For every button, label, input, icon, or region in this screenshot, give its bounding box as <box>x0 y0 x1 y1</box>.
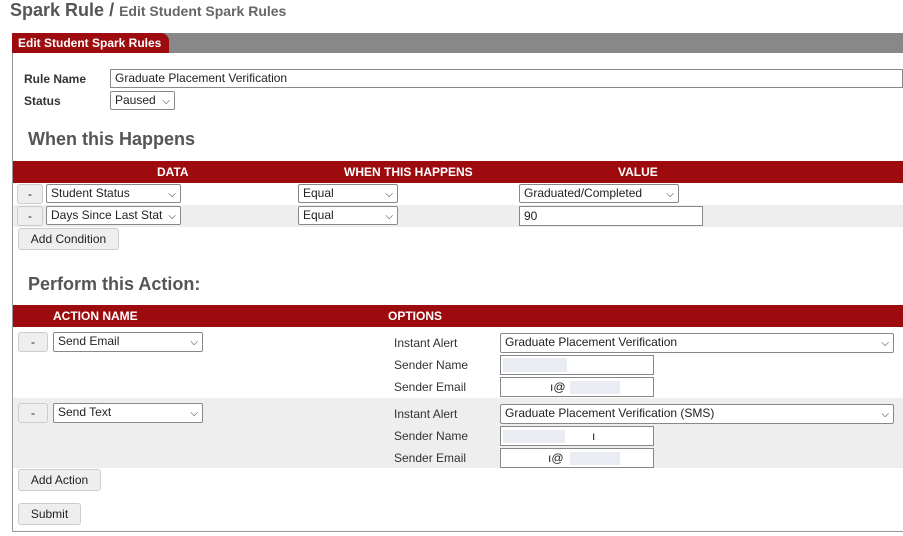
column-header-value: VALUE <box>618 165 658 179</box>
column-header-data: DATA <box>157 165 189 179</box>
condition-data-select[interactable]: Days Since Last Stat ⌵ <box>46 206 181 225</box>
sender-email-input[interactable]: ı@ <box>500 448 654 468</box>
chevron-down-icon: ⌵ <box>666 189 674 200</box>
instant-alert-select[interactable]: Graduate Placement Verification (SMS) ⌵ <box>500 404 894 424</box>
rule-name-label: Rule Name <box>24 72 87 86</box>
page-subtitle: Edit Student Spark Rules <box>119 3 287 19</box>
add-condition-button[interactable]: Add Condition <box>18 228 119 250</box>
chevron-down-icon: ⌵ <box>168 189 176 200</box>
sender-name-label: Sender Name <box>394 358 469 372</box>
column-header-when: WHEN THIS HAPPENS <box>344 165 473 179</box>
action-name-select[interactable]: Send Email ⌵ <box>53 332 203 352</box>
action-name-value: Send Text <box>58 405 112 419</box>
column-header-options: OPTIONS <box>388 309 443 323</box>
chevron-down-icon: ⌵ <box>881 409 889 420</box>
chevron-down-icon: ⌵ <box>168 211 176 222</box>
condition-data-value: Student Status <box>51 186 130 200</box>
conditions-heading: When this Happens <box>28 129 196 149</box>
remove-action-button[interactable]: - <box>18 403 48 423</box>
condition-data-value: Days Since Last Stat <box>51 208 163 222</box>
remove-action-button[interactable]: - <box>18 332 48 352</box>
condition-value-input[interactable]: 90 <box>519 206 703 226</box>
instant-alert-value: Graduate Placement Verification (SMS) <box>505 406 715 420</box>
chevron-down-icon: ⌵ <box>385 189 393 200</box>
chevron-down-icon: ⌵ <box>190 337 198 348</box>
instant-alert-value: Graduate Placement Verification <box>505 335 678 349</box>
page-title: Spark Rule / Edit Student Spark Rules <box>10 0 286 21</box>
redacted-block <box>503 430 565 443</box>
redacted-block <box>570 452 620 465</box>
actions-heading: Perform this Action: <box>28 274 201 294</box>
conditions-table-header: DATA WHEN THIS HAPPENS VALUE <box>13 161 903 183</box>
submit-button[interactable]: Submit <box>18 503 81 525</box>
condition-operator-value: Equal <box>303 186 334 200</box>
page-title-main: Spark Rule <box>10 0 105 20</box>
sender-name-label: Sender Name <box>394 429 469 443</box>
column-header-action-name: ACTION NAME <box>53 309 138 323</box>
sender-name-input[interactable]: ı <box>500 426 654 446</box>
panel-tab: Edit Student Spark Rules <box>12 33 170 53</box>
condition-value-text: Graduated/Completed <box>524 186 643 200</box>
instant-alert-select[interactable]: Graduate Placement Verification ⌵ <box>500 333 894 353</box>
action-name-select[interactable]: Send Text ⌵ <box>53 403 203 423</box>
actions-table-header: ACTION NAME OPTIONS <box>13 305 903 327</box>
remove-condition-button[interactable]: - <box>17 184 43 204</box>
sender-name-input[interactable] <box>500 355 654 375</box>
add-action-button[interactable]: Add Action <box>18 469 101 491</box>
sender-email-input[interactable]: ı@ <box>500 377 654 397</box>
sender-email-value: ı@ <box>548 451 564 465</box>
sender-email-value: ı@ <box>550 380 566 394</box>
chevron-down-icon: ⌵ <box>385 211 393 222</box>
redacted-block <box>570 381 620 394</box>
title-separator: / <box>109 0 115 20</box>
instant-alert-label: Instant Alert <box>394 336 458 350</box>
status-label: Status <box>24 94 61 108</box>
redacted-block <box>503 358 567 372</box>
chevron-down-icon: ⌵ <box>190 408 198 419</box>
sender-email-label: Sender Email <box>394 380 467 394</box>
instant-alert-label: Instant Alert <box>394 407 458 421</box>
sender-email-label: Sender Email <box>394 451 467 465</box>
action-name-value: Send Email <box>58 334 120 348</box>
sender-name-value: ı <box>592 429 596 443</box>
condition-operator-select[interactable]: Equal ⌵ <box>298 184 398 203</box>
chevron-down-icon: ⌵ <box>162 96 170 107</box>
condition-operator-value: Equal <box>303 208 334 222</box>
condition-data-select[interactable]: Student Status ⌵ <box>46 184 181 203</box>
remove-condition-button[interactable]: - <box>17 206 43 226</box>
status-select-value: Paused <box>115 93 156 107</box>
rule-name-input[interactable]: Graduate Placement Verification <box>110 69 903 88</box>
status-select[interactable]: Paused ⌵ <box>110 91 175 110</box>
chevron-down-icon: ⌵ <box>881 338 889 349</box>
condition-operator-select[interactable]: Equal ⌵ <box>298 206 398 225</box>
condition-value-select[interactable]: Graduated/Completed ⌵ <box>519 184 679 203</box>
